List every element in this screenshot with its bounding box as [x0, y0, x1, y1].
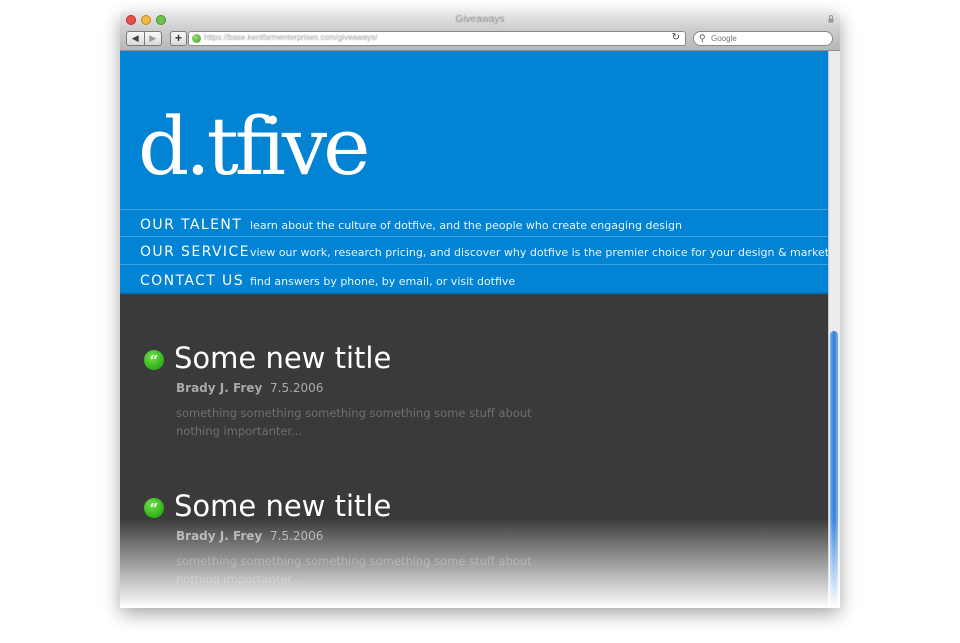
search-box[interactable]: ⚲	[693, 31, 833, 46]
nav-label[interactable]: OUR SERVICE	[140, 244, 250, 260]
search-icon: ⚲	[699, 33, 706, 43]
vertical-scrollbar[interactable]	[828, 51, 840, 608]
url-text[interactable]: https://base.kentfarmenterprises.com/giv…	[204, 33, 377, 42]
nav-description: view our work, research pricing, and dis…	[250, 246, 840, 259]
post-title[interactable]: Some new title	[174, 341, 391, 375]
scrollbar-thumb[interactable]	[830, 331, 838, 608]
search-input[interactable]	[711, 32, 821, 45]
page-viewport: d.tfive OUR TALENT learn about the cultu…	[120, 51, 840, 608]
post-author: Brady J. Frey	[176, 381, 263, 395]
history-buttons: ◀ ▶	[126, 31, 162, 46]
forward-button[interactable]: ▶	[144, 31, 162, 46]
post-title[interactable]: Some new title	[174, 489, 391, 523]
nav-label[interactable]: CONTACT US	[140, 273, 244, 289]
header-divider	[120, 292, 829, 294]
site-icon	[192, 34, 201, 43]
browser-toolbar: ◀ ▶ + https://base.kentfarmenterprises.c…	[120, 28, 840, 51]
address-bar[interactable]: https://base.kentfarmenterprises.com/giv…	[188, 31, 686, 46]
post-date: 7.5.2006	[270, 529, 324, 543]
quote-icon: “	[144, 350, 164, 370]
post-body: something something something something …	[176, 554, 532, 586]
lock-icon	[828, 15, 834, 23]
nav-item-our-talent[interactable]: OUR TALENT learn about the culture of do…	[120, 209, 829, 237]
nav-item-contact-us[interactable]: CONTACT US find answers by phone, by ema…	[120, 264, 829, 292]
back-button[interactable]: ◀	[126, 31, 145, 46]
window-title: Giveaways	[455, 14, 505, 25]
post-author: Brady J. Frey	[176, 529, 263, 543]
add-bookmark-button[interactable]: +	[170, 31, 187, 46]
reload-icon[interactable]: ↻	[672, 32, 680, 43]
site-logo[interactable]: d.tfive	[138, 107, 371, 187]
browser-window: Giveaways ◀ ▶ + https://base.kentfarment…	[120, 12, 840, 608]
nav-description: find answers by phone, by email, or visi…	[250, 275, 516, 288]
site-header: d.tfive OUR TALENT learn about the cultu…	[120, 51, 840, 294]
nav-description: learn about the culture of dotfive, and …	[250, 219, 682, 232]
nav-label[interactable]: OUR TALENT	[140, 217, 242, 233]
title-bar: Giveaways	[120, 12, 840, 28]
nav-item-our-service[interactable]: OUR SERVICE view our work, research pric…	[120, 236, 840, 264]
post-body: something something something something …	[176, 406, 532, 438]
post-date: 7.5.2006	[270, 381, 324, 395]
quote-icon: “	[144, 498, 164, 518]
